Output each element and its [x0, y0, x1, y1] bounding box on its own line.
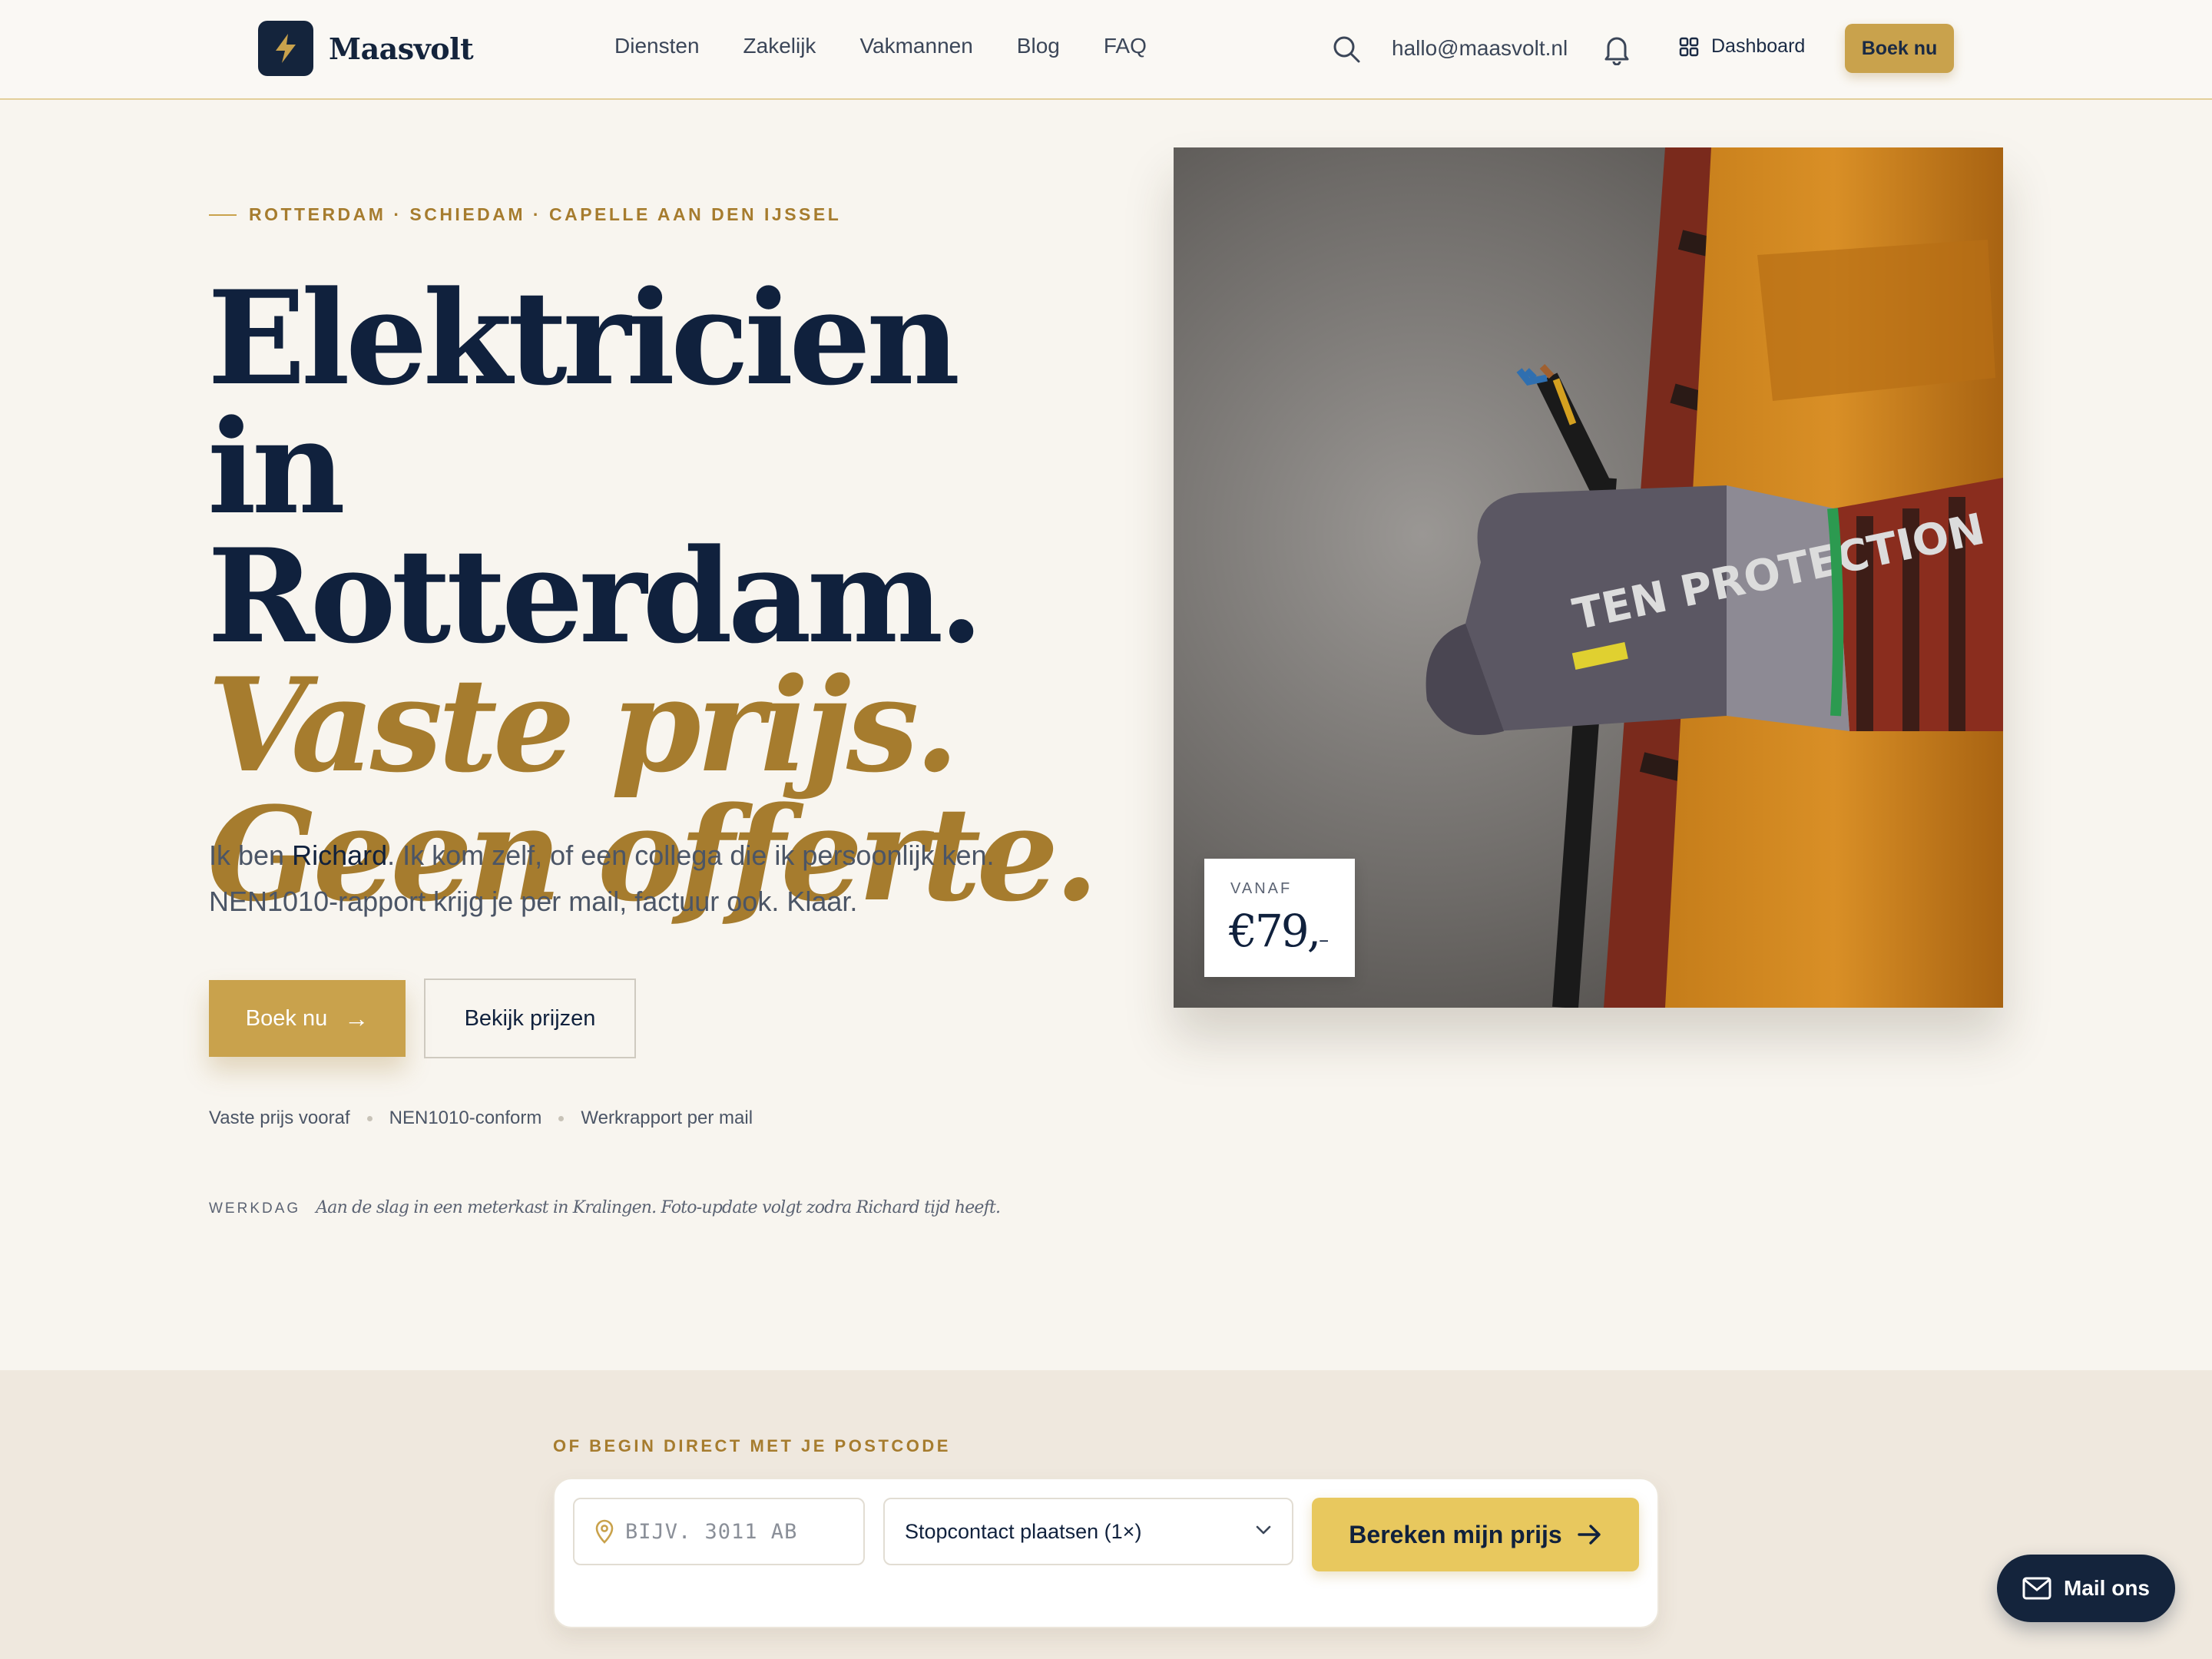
- dot-separator: [366, 1115, 373, 1121]
- envelope-icon: [2022, 1577, 2051, 1600]
- trust-list: Vaste prijs vooraf NEN1010-conform Werkr…: [209, 1108, 753, 1129]
- price-amount: €79,: [1229, 905, 1321, 957]
- site-header: Maasvolt Diensten Zakelijk Vakmannen Blo…: [0, 0, 2212, 100]
- arrow-right-icon: [1578, 1525, 1601, 1545]
- mail-us-label: Mail ons: [2063, 1576, 2150, 1600]
- hero-lead: Ik ben Richard. Ik kom zelf, of een coll…: [209, 833, 1054, 925]
- hero-eyebrow: ROTTERDAM · SCHIEDAM · CAPELLE AAN DEN I…: [209, 204, 841, 225]
- price-value: €79,–: [1229, 905, 1329, 957]
- calculate-price-label: Bereken mijn prijs: [1349, 1520, 1562, 1548]
- postcode-input[interactable]: [625, 1519, 856, 1544]
- view-prices-button[interactable]: Bekijk prijzen: [424, 979, 636, 1058]
- lightning-icon: [258, 21, 313, 76]
- brand-logo[interactable]: Maasvolt: [258, 21, 474, 76]
- trust-item: NEN1010-conform: [389, 1108, 542, 1128]
- dashboard-label: Dashboard: [1711, 35, 1806, 57]
- main-nav: Diensten Zakelijk Vakmannen Blog FAQ: [614, 34, 1190, 58]
- nav-link-faq[interactable]: FAQ: [1104, 34, 1147, 58]
- hero-title-line-1: Elektricien in: [207, 262, 960, 543]
- lead-name: Richard: [292, 839, 388, 871]
- hero-title: Elektricien in Rotterdam. Vaste prijs. G…: [207, 273, 1129, 919]
- service-selected-value: Stopcontact plaatsen (1×): [905, 1519, 1142, 1543]
- hero-book-label: Boek nu: [245, 1005, 328, 1031]
- arrow-right-icon: →: [344, 1004, 369, 1032]
- brand-name: Maasvolt: [329, 31, 474, 66]
- werkdag-tag: WERKDAG: [209, 1200, 301, 1217]
- nav-link-vakmannen[interactable]: Vakmannen: [859, 34, 972, 58]
- service-select[interactable]: Stopcontact plaatsen (1×): [883, 1498, 1293, 1565]
- price-suffix: –: [1319, 929, 1330, 952]
- nav-link-zakelijk[interactable]: Zakelijk: [743, 34, 816, 58]
- hero-book-button[interactable]: Boek nu →: [209, 980, 406, 1057]
- dashboard-button[interactable]: Dashboard: [1679, 35, 1805, 58]
- trust-item: Werkrapport per mail: [581, 1108, 753, 1128]
- lead-intro: Ik ben: [209, 839, 293, 871]
- postcode-field[interactable]: [573, 1498, 865, 1565]
- calculate-price-button[interactable]: Bereken mijn prijs: [1312, 1498, 1639, 1571]
- header-book-button[interactable]: Boek nu: [1845, 24, 1954, 73]
- email-link[interactable]: hallo@maasvolt.nl: [1392, 36, 1568, 61]
- chevron-down-icon: [1256, 1525, 1271, 1535]
- search-icon[interactable]: [1331, 34, 1362, 65]
- trust-item: Vaste prijs vooraf: [209, 1108, 350, 1128]
- werkdag-note: WERKDAG Aan de slag in een meterkast in …: [209, 1198, 1001, 1217]
- werkdag-text: Aan de slag in een meterkast in Kralinge…: [316, 1198, 1001, 1217]
- nav-link-blog[interactable]: Blog: [1017, 34, 1060, 58]
- eyebrow-divider: [209, 214, 237, 216]
- grid-icon: [1679, 37, 1699, 56]
- hero-eyebrow-text: ROTTERDAM · SCHIEDAM · CAPELLE AAN DEN I…: [249, 204, 842, 224]
- mail-us-button[interactable]: Mail ons: [1997, 1555, 2175, 1622]
- bell-icon[interactable]: [1602, 33, 1631, 65]
- price-label: VANAF: [1230, 880, 1293, 897]
- dot-separator: [558, 1115, 565, 1121]
- quick-start-eyebrow: OF BEGIN DIRECT MET JE POSTCODE: [553, 1436, 951, 1455]
- price-badge: VANAF €79,–: [1204, 859, 1355, 977]
- map-pin-icon: [595, 1519, 614, 1544]
- nav-link-diensten[interactable]: Diensten: [614, 34, 700, 58]
